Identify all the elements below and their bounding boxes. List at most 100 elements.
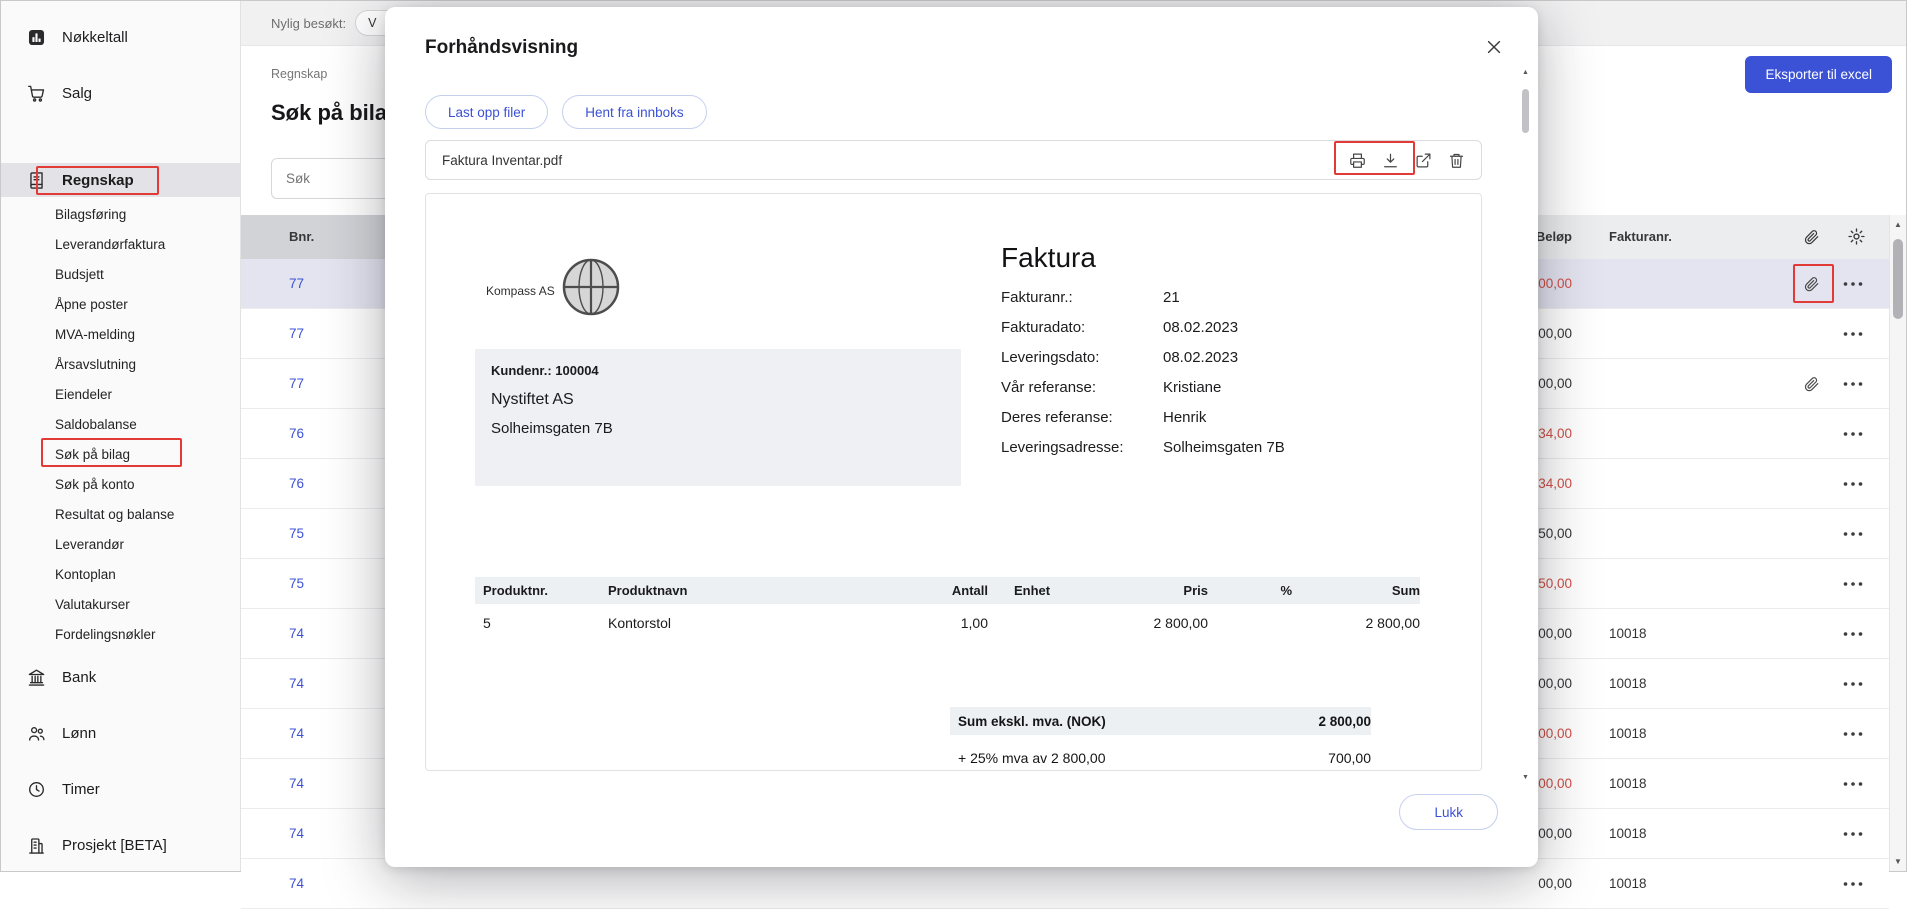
sidebar-item-apne-poster[interactable]: Åpne poster [1, 289, 240, 319]
sidebar-item-budsjett[interactable]: Budsjett [1, 259, 240, 289]
page-scrollbar[interactable]: ▲ ▼ [1889, 215, 1906, 871]
fakturanr-value: 10018 [1609, 659, 1647, 709]
bnr-link[interactable]: 75 [289, 509, 304, 559]
bnr-link[interactable]: 77 [289, 309, 304, 359]
modal-scrollbar[interactable]: ▲ ▼ [1519, 69, 1532, 781]
bnr-link[interactable]: 77 [289, 259, 304, 309]
customer-number: Kundenr.: 100004 [491, 363, 945, 378]
scroll-up-icon[interactable]: ▲ [1519, 69, 1532, 76]
sidebar-item-nokkeltall[interactable]: Nøkkeltall [1, 9, 240, 65]
belop-value: 34,00 [1538, 409, 1572, 459]
clock-icon [27, 780, 46, 799]
items-column-header: Sum [1292, 583, 1420, 598]
invoice-company-name: Kompass AS [486, 284, 555, 298]
sidebar-item-label: Lønn [62, 725, 96, 742]
bnr-link[interactable]: 75 [289, 559, 304, 609]
bnr-link[interactable]: 74 [289, 759, 304, 809]
breadcrumb[interactable]: Regnskap [271, 67, 327, 81]
sidebar-bottom-items: Bank Lønn TimerProsjekt [BETA] [1, 649, 240, 873]
more-options-icon[interactable] [1841, 522, 1865, 546]
invoice-meta-value: Kristiane [1163, 379, 1221, 396]
fakturanr-value: 10018 [1609, 759, 1647, 809]
more-options-icon[interactable] [1841, 872, 1865, 896]
attachment-icon[interactable] [1803, 275, 1820, 292]
sidebar-item-resultat-og-balanse[interactable]: Resultat og balanse [1, 499, 240, 529]
sidebar-item-mva-melding[interactable]: MVA-melding [1, 319, 240, 349]
close-modal-button[interactable]: Lukk [1399, 794, 1498, 830]
invoice-meta-label: Leveringsdato: [1001, 349, 1163, 366]
export-to-excel-button[interactable]: Eksporter til excel [1745, 56, 1892, 93]
fetch-from-inbox-button[interactable]: Hent fra innboks [562, 95, 706, 129]
attachment-icon[interactable] [1803, 375, 1820, 392]
bnr-link[interactable]: 76 [289, 459, 304, 509]
sidebar-item-kontoplan[interactable]: Kontoplan [1, 559, 240, 589]
sidebar-item-fordelingsnokler[interactable]: Fordelingsnøkler [1, 619, 240, 649]
bnr-link[interactable]: 74 [289, 859, 304, 909]
download-icon[interactable] [1382, 152, 1399, 169]
more-options-icon[interactable] [1841, 772, 1865, 796]
invoice-meta-row: Leveringsdato:08.02.2023 [1001, 342, 1285, 372]
delete-icon[interactable] [1448, 152, 1465, 169]
more-options-icon[interactable] [1841, 622, 1865, 646]
sidebar-item-salg[interactable]: Salg [1, 65, 240, 121]
sidebar-item-valutakurser[interactable]: Valutakurser [1, 589, 240, 619]
sidebar-item-saldobalanse[interactable]: Saldobalanse [1, 409, 240, 439]
sidebar-item-timer[interactable]: Timer [1, 761, 240, 817]
sidebar-item-sok-pa-bilag[interactable]: Søk på bilag [1, 439, 240, 469]
open-external-icon[interactable] [1415, 152, 1432, 169]
more-options-icon[interactable] [1841, 572, 1865, 596]
page-scrollbar-thumb[interactable] [1893, 239, 1903, 319]
more-options-icon[interactable] [1841, 722, 1865, 746]
more-options-icon[interactable] [1841, 322, 1865, 346]
invoice-items-table: Produktnr.ProduktnavnAntallEnhetPris%Sum… [475, 577, 1420, 642]
upload-files-button[interactable]: Last opp filer [425, 95, 548, 129]
scroll-down-icon[interactable]: ▼ [1890, 857, 1906, 866]
sidebar-item-arsavslutning[interactable]: Årsavslutning [1, 349, 240, 379]
column-header-fakturanr[interactable]: Fakturanr. [1609, 215, 1672, 259]
more-options-icon[interactable] [1841, 822, 1865, 846]
fakturanr-value: 10018 [1609, 809, 1647, 859]
bnr-link[interactable]: 74 [289, 659, 304, 709]
invoice-meta-row: Leveringsadresse:Solheimsgaten 7B [1001, 432, 1285, 462]
invoice-meta-value: 21 [1163, 289, 1180, 306]
more-options-icon[interactable] [1841, 372, 1865, 396]
column-header-bnr[interactable]: Bnr. [289, 215, 314, 259]
sidebar-item-leverandorfaktura[interactable]: Leverandørfaktura [1, 229, 240, 259]
sidebar-item-lonn[interactable]: Lønn [1, 705, 240, 761]
bnr-link[interactable]: 74 [289, 609, 304, 659]
sidebar-item-bilagsforing[interactable]: Bilagsføring [1, 199, 240, 229]
invoice-items-header: Produktnr.ProduktnavnAntallEnhetPris%Sum [475, 577, 1420, 604]
more-options-icon[interactable] [1841, 672, 1865, 696]
column-header-belop[interactable]: Beløp [1536, 215, 1572, 259]
invoice-meta-label: Fakturanr.: [1001, 289, 1163, 306]
belop-value: 00,00 [1538, 709, 1572, 759]
modal-scrollbar-thumb[interactable] [1522, 89, 1529, 133]
sidebar-item-prosjekt-beta[interactable]: Prosjekt [BETA] [1, 817, 240, 873]
modal-actions: Last opp filer Hent fra innboks [425, 95, 707, 129]
scroll-up-icon[interactable]: ▲ [1890, 220, 1906, 229]
more-options-icon[interactable] [1841, 422, 1865, 446]
print-icon[interactable] [1349, 152, 1366, 169]
sidebar: NøkkeltallSalg Regnskap BilagsføringLeve… [1, 1, 241, 871]
items-cell: 5 [475, 615, 608, 631]
belop-value: 00,00 [1538, 309, 1572, 359]
bnr-link[interactable]: 76 [289, 409, 304, 459]
table-settings-gear-icon[interactable] [1847, 227, 1866, 246]
sidebar-item-sok-pa-konto[interactable]: Søk på konto [1, 469, 240, 499]
sidebar-item-leverandor[interactable]: Leverandør [1, 529, 240, 559]
bnr-link[interactable]: 74 [289, 809, 304, 859]
scroll-down-icon[interactable]: ▼ [1519, 774, 1532, 781]
total-label: + 25% mva av 2 800,00 [958, 750, 1106, 766]
more-options-icon[interactable] [1841, 272, 1865, 296]
sidebar-item-bank[interactable]: Bank [1, 649, 240, 705]
close-icon[interactable] [1484, 37, 1504, 57]
items-cell: 1,00 [848, 615, 988, 631]
bnr-link[interactable]: 77 [289, 359, 304, 409]
bnr-link[interactable]: 74 [289, 709, 304, 759]
sidebar-item-regnskap[interactable]: Regnskap [1, 163, 240, 197]
belop-value: 00,00 [1538, 259, 1572, 309]
belop-value: 00,00 [1538, 809, 1572, 859]
more-options-icon[interactable] [1841, 472, 1865, 496]
customer-address: Solheimsgaten 7B [491, 420, 945, 437]
sidebar-item-eiendeler[interactable]: Eiendeler [1, 379, 240, 409]
